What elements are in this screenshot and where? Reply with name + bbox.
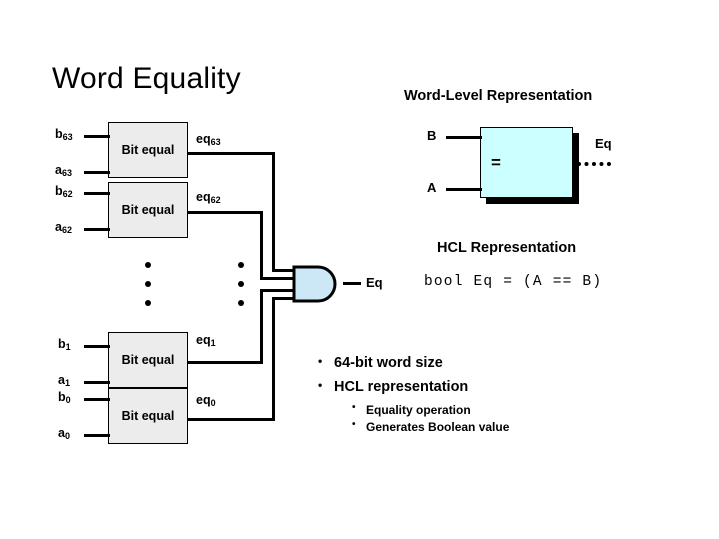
input-wire-b0 xyxy=(84,398,110,401)
bit-equal-box-label: Bit equal xyxy=(121,203,175,217)
word-input-label-a: A xyxy=(427,180,437,195)
bit-equal-box-1[interactable]: Bit equal xyxy=(108,332,188,388)
bullet-item: 64-bit word size xyxy=(318,354,509,371)
eq0-wire-vertical xyxy=(272,297,275,421)
port-label-a63: a63 xyxy=(55,163,72,178)
eq63-wire-horizontal xyxy=(187,152,275,155)
port-label-a62: a62 xyxy=(55,220,72,235)
eq62-wire-gate-stub xyxy=(260,277,294,280)
bullet-item: HCL representation xyxy=(318,378,509,395)
input-wire-a1 xyxy=(84,381,110,384)
eq62-label: eq62 xyxy=(196,190,221,205)
slide-canvas: Word Equality Bit equal Bit equal Bit eq… xyxy=(0,0,719,539)
bit-equal-box-62[interactable]: Bit equal xyxy=(108,182,188,238)
eq1-wire-gate-stub xyxy=(260,289,294,292)
input-wire-b1 xyxy=(84,345,110,348)
port-label-b63: b63 xyxy=(55,127,73,142)
bit-equal-box-label: Bit equal xyxy=(121,409,175,423)
bit-equal-box-label: Bit equal xyxy=(121,143,175,157)
bit-equal-box-label: Bit equal xyxy=(121,353,175,367)
equality-operator-label: = xyxy=(491,152,501,172)
input-wire-a62 xyxy=(84,228,110,231)
port-label-b0: b0 xyxy=(58,390,71,405)
input-wire-b62 xyxy=(84,192,110,195)
eq0-label: eq0 xyxy=(196,393,216,408)
bit-equal-box-0[interactable]: Bit equal xyxy=(108,388,188,444)
eq0-wire-horizontal xyxy=(187,418,275,421)
word-level-equality-box[interactable]: = xyxy=(480,127,573,198)
input-wire-a0 xyxy=(84,434,110,437)
port-label-b1: b1 xyxy=(58,337,71,352)
bullet-list: 64-bit word size HCL representation Equa… xyxy=(318,354,618,437)
eq63-wire-vertical xyxy=(272,152,275,271)
and-gate-output-label: Eq xyxy=(366,275,383,290)
eq1-wire-horizontal xyxy=(187,361,263,364)
word-input-label-b: B xyxy=(427,128,437,143)
eq1-wire-vertical xyxy=(260,289,263,364)
port-label-a1: a1 xyxy=(58,373,70,388)
hcl-code: bool Eq = (A == B) xyxy=(424,274,603,290)
and-gate-output-wire xyxy=(343,282,361,285)
port-label-b62: b62 xyxy=(55,184,73,199)
eq1-label: eq1 xyxy=(196,333,216,348)
word-output-wire xyxy=(577,162,611,166)
input-wire-a63 xyxy=(84,171,110,174)
word-input-wire-b xyxy=(446,136,482,139)
eq62-wire-vertical xyxy=(260,211,263,279)
input-wire-b63 xyxy=(84,135,110,138)
port-label-a0: a0 xyxy=(58,426,70,441)
sub-bullet-item: Generates Boolean value xyxy=(318,419,509,434)
word-level-heading: Word-Level Representation xyxy=(404,88,593,104)
eq63-label: eq63 xyxy=(196,132,221,147)
hcl-heading: HCL Representation xyxy=(437,240,577,256)
sub-bullet-item: Equality operation xyxy=(318,402,509,417)
bit-equal-box-63[interactable]: Bit equal xyxy=(108,122,188,178)
ellipsis-dots-boxes xyxy=(145,262,151,319)
page-title: Word Equality xyxy=(52,62,241,95)
and-gate[interactable] xyxy=(291,265,343,303)
word-output-label: Eq xyxy=(595,136,612,151)
eq62-wire-horizontal xyxy=(187,211,263,214)
word-input-wire-a xyxy=(446,188,482,191)
ellipsis-dots-wires xyxy=(238,262,244,319)
